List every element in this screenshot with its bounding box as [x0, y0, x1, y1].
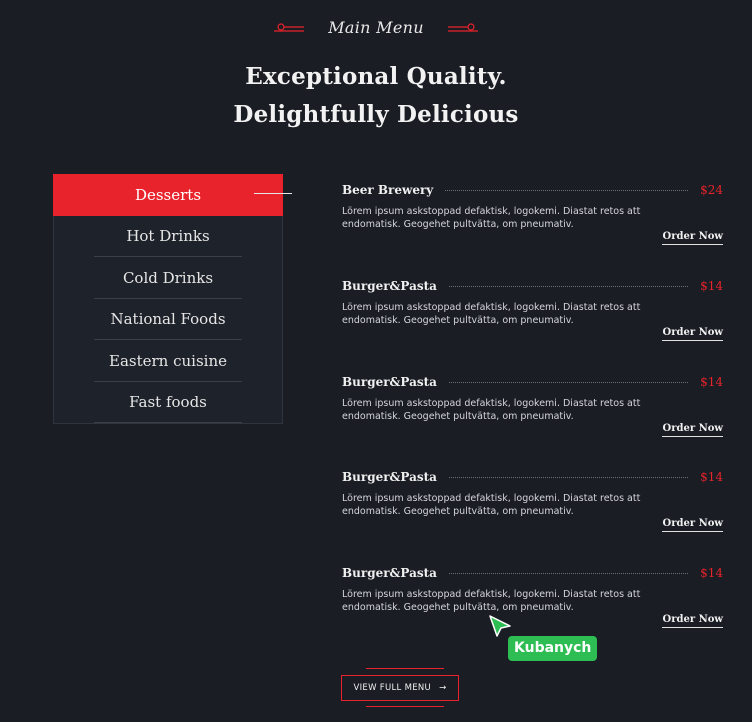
item-description: Lörem ipsum askstoppad defaktisk, logoke… — [342, 206, 641, 230]
item-name: Burger&Pasta — [342, 375, 437, 389]
view-full-menu-label: VIEW FULL MENU — [353, 683, 432, 693]
order-now-link[interactable]: Order Now — [662, 231, 723, 245]
item-name: Beer Brewery — [342, 183, 434, 197]
item-name: Burger&Pasta — [342, 566, 437, 580]
menu-item: Burger&Pasta $14 Lörem ipsum askstoppad … — [342, 279, 723, 341]
dotted-leader — [448, 286, 689, 287]
section-eyebrow: Main Menu — [0, 18, 752, 37]
order-now-link[interactable]: Order Now — [662, 423, 723, 437]
item-price: $14 — [700, 566, 723, 580]
category-eastern-cuisine[interactable]: Eastern cuisine — [54, 340, 282, 382]
dotted-leader — [448, 477, 689, 478]
category-hot-drinks[interactable]: Hot Drinks — [54, 216, 282, 257]
item-description: Lörem ipsum askstoppad defaktisk, logoke… — [342, 493, 641, 517]
category-label: Desserts — [134, 185, 202, 204]
item-price: $14 — [700, 375, 723, 389]
arrow-right-icon: → — [439, 683, 447, 693]
order-now-link[interactable]: Order Now — [662, 518, 723, 532]
item-price: $24 — [700, 183, 723, 197]
page-heading: Exceptional Quality. Delightfully Delici… — [0, 58, 752, 134]
cta-decor-line-bottom — [366, 706, 444, 707]
item-name: Burger&Pasta — [342, 470, 437, 484]
menu-item: Burger&Pasta $14 Lörem ipsum askstoppad … — [342, 470, 723, 532]
item-description: Lörem ipsum askstoppad defaktisk, logoke… — [342, 398, 641, 422]
cursor-user-tag: Kubanych — [508, 636, 598, 661]
dotted-leader — [448, 573, 689, 574]
view-full-menu-button[interactable]: VIEW FULL MENU → — [341, 675, 459, 701]
category-fast-foods[interactable]: Fast foods — [54, 382, 282, 423]
item-price: $14 — [700, 279, 723, 293]
category-label: National Foods — [110, 310, 226, 329]
category-label: Fast foods — [129, 393, 207, 412]
cursor-arrow-icon — [489, 615, 511, 637]
category-label: Hot Drinks — [126, 227, 210, 246]
item-description: Lörem ipsum askstoppad defaktisk, logoke… — [342, 302, 641, 326]
item-name: Burger&Pasta — [342, 279, 437, 293]
item-price: $14 — [700, 470, 723, 484]
category-label: Cold Drinks — [122, 268, 214, 287]
cta-decor-line-top — [366, 668, 444, 669]
item-description: Lörem ipsum askstoppad defaktisk, logoke… — [342, 589, 641, 613]
eyebrow-text: Main Menu — [328, 18, 424, 37]
category-label: Eastern cuisine — [109, 351, 227, 370]
heading-line-2: Delightfully Delicious — [233, 101, 519, 128]
dotted-leader — [448, 382, 689, 383]
menu-item: Burger&Pasta $14 Lörem ipsum askstoppad … — [342, 566, 723, 628]
heading-line-1: Exceptional Quality. — [245, 63, 507, 90]
menu-item: Burger&Pasta $14 Lörem ipsum askstoppad … — [342, 375, 723, 437]
order-now-link[interactable]: Order Now — [662, 614, 723, 628]
decorative-ornament-left-icon — [274, 22, 305, 32]
menu-item: Beer Brewery $24 Lörem ipsum askstoppad … — [342, 183, 723, 245]
order-now-link[interactable]: Order Now — [662, 327, 723, 341]
decorative-ornament-right-icon — [447, 22, 478, 32]
active-category-indicator — [254, 193, 292, 194]
category-cold-drinks[interactable]: Cold Drinks — [54, 257, 282, 299]
category-list: Desserts Hot Drinks Cold Drinks National… — [53, 174, 283, 424]
dotted-leader — [445, 190, 689, 191]
category-desserts[interactable]: Desserts — [53, 174, 283, 216]
category-national-foods[interactable]: National Foods — [54, 299, 282, 340]
divider — [94, 422, 242, 423]
